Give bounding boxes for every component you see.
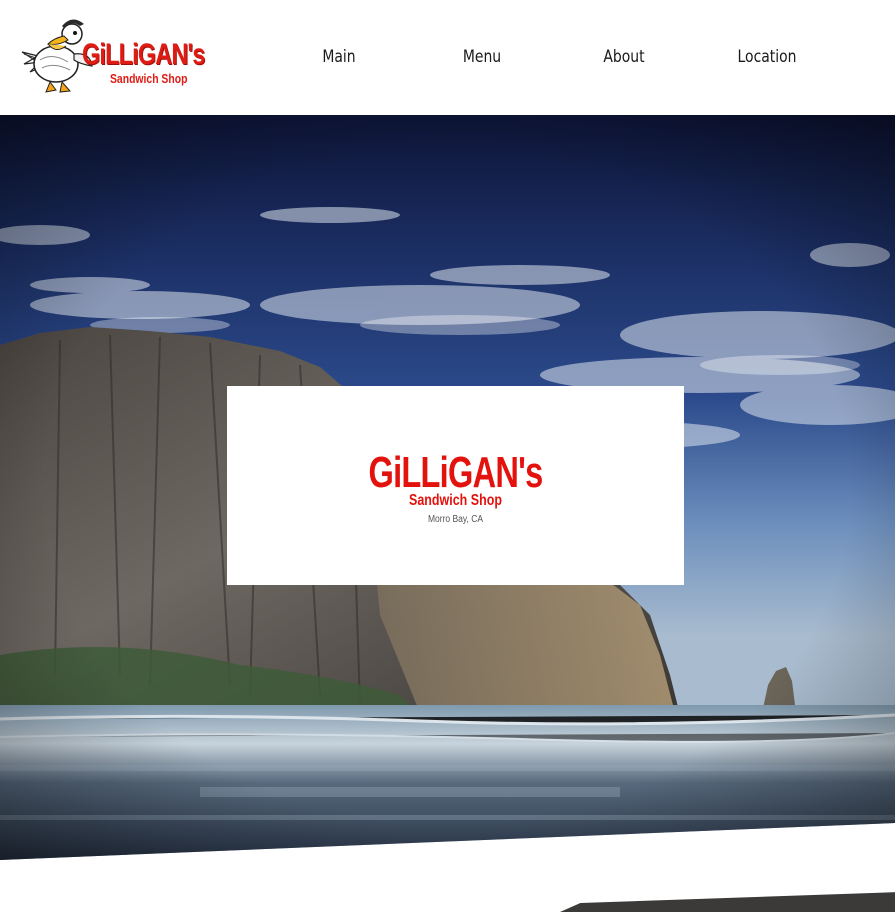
nav-item-location[interactable]: Location [726, 44, 808, 70]
nav-item-main[interactable]: Main [298, 44, 380, 70]
hero-brand-card: GiLLiGAN's Sandwich Shop Morro Bay, CA [227, 386, 684, 585]
hero-brand-tagline: Sandwich Shop [409, 492, 502, 509]
nav-item-menu[interactable]: Menu [441, 44, 523, 70]
hero-brand-name: GiLLiGAN's [368, 448, 543, 497]
hero-section: GiLLiGAN's Sandwich Shop Morro Bay, CA [0, 115, 895, 860]
main-nav: Main Menu About Location [0, 44, 895, 70]
next-section-edge [560, 892, 895, 912]
hero-location: Morro Bay, CA [427, 514, 484, 525]
logo-tagline: Sandwich Shop [110, 71, 188, 86]
nav-item-about[interactable]: About [583, 44, 665, 70]
site-header: GiLLiGAN's Sandwich Shop Main Menu About… [0, 0, 895, 115]
